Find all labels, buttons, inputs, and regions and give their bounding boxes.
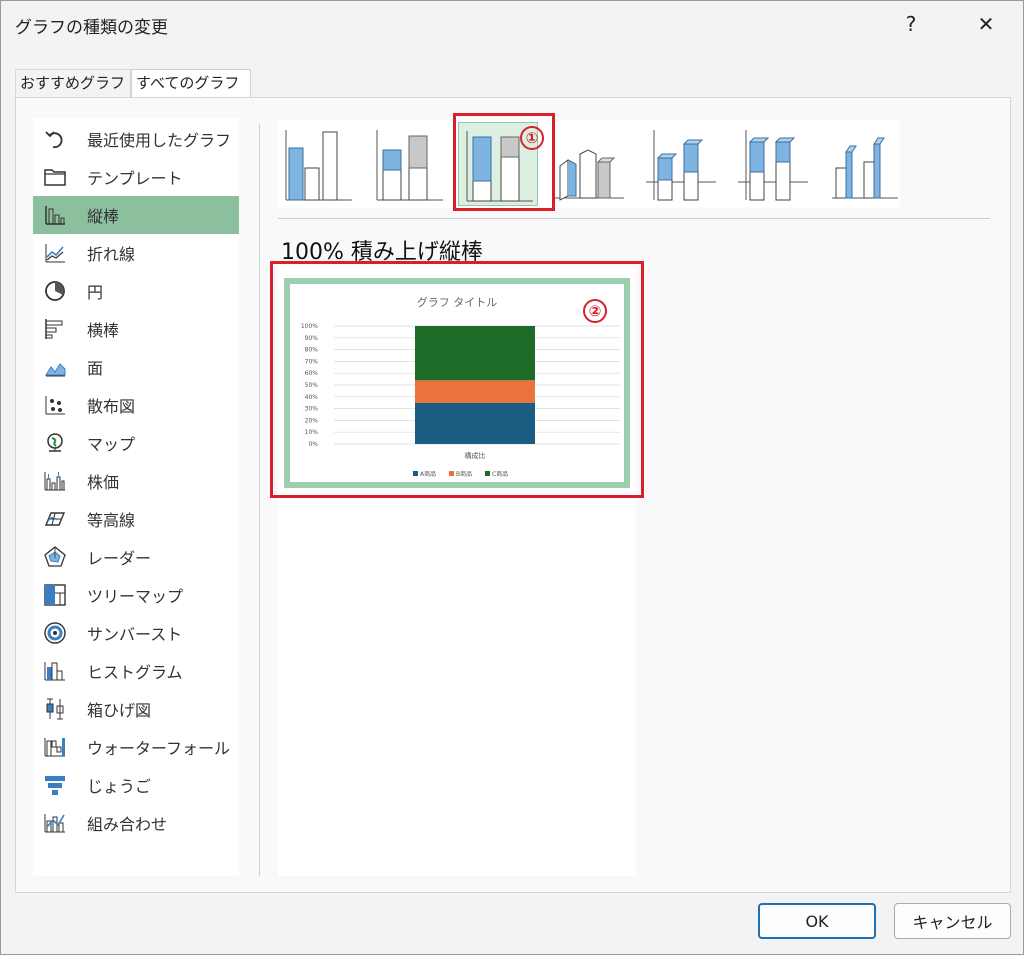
sidebar-item-label: 株価 bbox=[87, 473, 120, 492]
sidebar-item-map[interactable]: マップ bbox=[33, 424, 239, 462]
title-bar: グラフの種類の変更 ? ✕ bbox=[1, 1, 1023, 47]
stock-chart-icon bbox=[41, 467, 69, 495]
strip-divider bbox=[278, 218, 990, 219]
treemap-chart-icon bbox=[41, 581, 69, 609]
close-button[interactable]: ✕ bbox=[971, 9, 1001, 39]
sidebar-item-column[interactable]: 縦棒 bbox=[33, 196, 239, 234]
sidebar-item-treemap[interactable]: ツリーマップ bbox=[33, 576, 239, 614]
sidebar-item-combo[interactable]: 組み合わせ bbox=[33, 804, 239, 842]
tab-recommended[interactable]: おすすめグラフ bbox=[15, 69, 131, 97]
clustered-column-option[interactable] bbox=[278, 122, 358, 206]
sidebar-item-line[interactable]: 折れ線 bbox=[33, 234, 239, 272]
sidebar-item-label: 縦棒 bbox=[87, 207, 120, 226]
3d-clustered-column-option[interactable] bbox=[550, 122, 630, 206]
sidebar-item-label: じょうご bbox=[87, 777, 152, 796]
waterfall-chart-icon bbox=[41, 733, 69, 761]
sidebar-item-pie[interactable]: 円 bbox=[33, 272, 239, 310]
sidebar-item-label: 最近使用したグラフ bbox=[87, 131, 232, 150]
surface-chart-icon bbox=[41, 505, 69, 533]
sidebar-item-label: ツリーマップ bbox=[87, 587, 184, 606]
histogram-chart-icon bbox=[41, 657, 69, 685]
area-chart-icon bbox=[41, 353, 69, 381]
3d-percent-stacked-column-option[interactable] bbox=[734, 122, 814, 206]
sidebar-item-label: 円 bbox=[87, 283, 104, 302]
sidebar-item-waterfall[interactable]: ウォーターフォール bbox=[33, 728, 239, 766]
sidebar-item-label: 横棒 bbox=[87, 321, 120, 340]
sidebar-item-label: サンバースト bbox=[87, 625, 183, 644]
sidebar-item-label: 組み合わせ bbox=[87, 815, 168, 834]
sidebar-item-label: マップ bbox=[87, 435, 136, 454]
sidebar-item-label: 面 bbox=[87, 359, 104, 378]
folder-icon bbox=[41, 163, 69, 191]
sidebar-item-area[interactable]: 面 bbox=[33, 348, 239, 386]
radar-chart-icon bbox=[41, 543, 69, 571]
column-chart-icon bbox=[41, 201, 69, 229]
sidebar-item-sunburst[interactable]: サンバースト bbox=[33, 614, 239, 652]
sunburst-chart-icon bbox=[41, 619, 69, 647]
sidebar-item-bar[interactable]: 横棒 bbox=[33, 310, 239, 348]
funnel-chart-icon bbox=[41, 771, 69, 799]
cancel-button[interactable]: キャンセル bbox=[894, 903, 1011, 939]
sidebar-item-label: レーダー bbox=[87, 549, 152, 568]
recent-icon bbox=[41, 125, 69, 153]
sidebar-item-label: 散布図 bbox=[87, 397, 136, 416]
stacked-column-option[interactable] bbox=[369, 122, 449, 206]
sidebar-item-label: ウォーターフォール bbox=[87, 739, 231, 758]
ok-button[interactable]: OK bbox=[758, 903, 876, 939]
sidebar-item-label: 等高線 bbox=[87, 511, 136, 530]
sidebar-item-scatter[interactable]: 散布図 bbox=[33, 386, 239, 424]
sidebar-item-label: ヒストグラム bbox=[87, 663, 183, 682]
sidebar-item-stock[interactable]: 株価 bbox=[33, 462, 239, 500]
sidebar-item-label: 箱ひげ図 bbox=[87, 701, 152, 720]
sidebar-item-label: テンプレート bbox=[87, 169, 183, 188]
annotation-box-2 bbox=[270, 261, 644, 498]
annotation-box-1 bbox=[453, 113, 555, 211]
sidebar-item-boxwhisker[interactable]: 箱ひげ図 bbox=[33, 690, 239, 728]
3d-stacked-column-option[interactable] bbox=[642, 122, 722, 206]
sidebar-item-histogram[interactable]: ヒストグラム bbox=[33, 652, 239, 690]
scatter-chart-icon bbox=[41, 391, 69, 419]
map-chart-icon bbox=[41, 429, 69, 457]
boxwhisker-chart-icon bbox=[41, 695, 69, 723]
sidebar-item-funnel[interactable]: じょうご bbox=[33, 766, 239, 804]
tab-all-charts[interactable]: すべてのグラフ bbox=[131, 69, 251, 97]
sidebar-item-template[interactable]: テンプレート bbox=[33, 158, 239, 196]
sidebar-item-label: 折れ線 bbox=[87, 245, 136, 264]
annotation-marker-1: ① bbox=[520, 126, 544, 150]
change-chart-type-dialog: グラフの種類の変更 ? ✕ おすすめグラフ すべてのグラフ 最近使用したグラフ … bbox=[0, 0, 1024, 955]
help-button[interactable]: ? bbox=[896, 9, 926, 39]
3d-column-option[interactable] bbox=[824, 122, 904, 206]
pie-chart-icon bbox=[41, 277, 69, 305]
sidebar-item-surface[interactable]: 等高線 bbox=[33, 500, 239, 538]
bar-chart-icon bbox=[41, 315, 69, 343]
dialog-title: グラフの種類の変更 bbox=[15, 18, 168, 38]
sidebar-item-recent[interactable]: 最近使用したグラフ bbox=[33, 120, 239, 158]
line-chart-icon bbox=[41, 239, 69, 267]
chart-subtype-strip bbox=[278, 120, 900, 208]
combo-chart-icon bbox=[41, 809, 69, 837]
sidebar-item-radar[interactable]: レーダー bbox=[33, 538, 239, 576]
pane-divider bbox=[259, 124, 260, 876]
annotation-marker-2: ② bbox=[583, 299, 607, 323]
chart-category-list: 最近使用したグラフ テンプレート 縦棒 折れ線 円 横棒 面 散布図 マップ 株… bbox=[33, 118, 239, 876]
